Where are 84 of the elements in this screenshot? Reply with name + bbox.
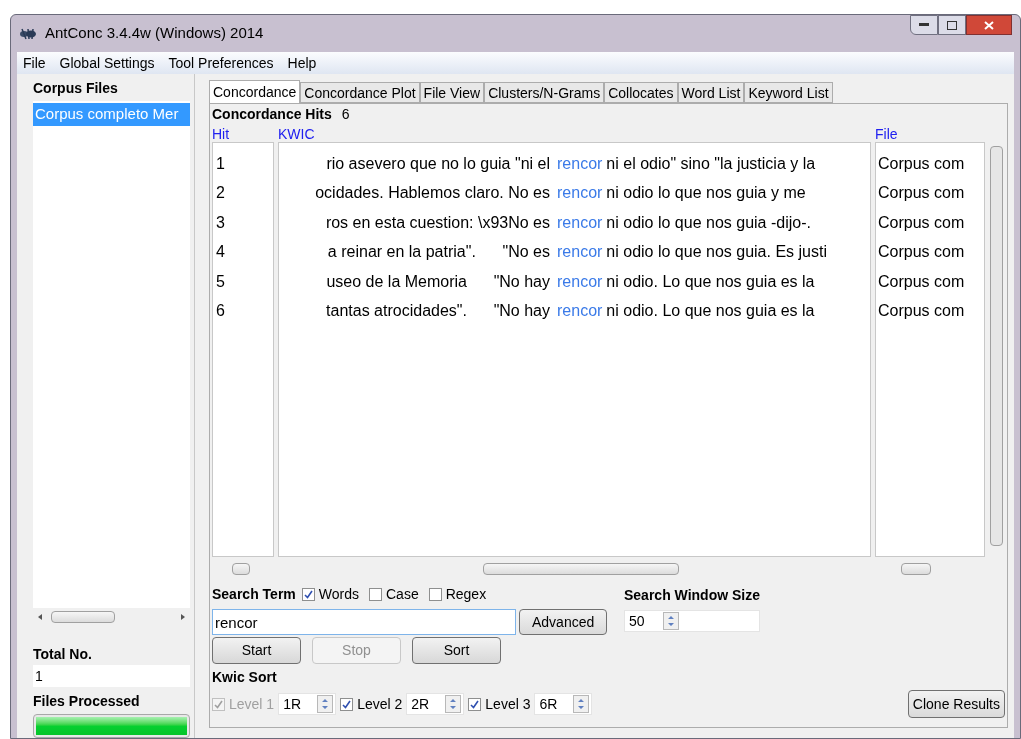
- spinner-arrows-icon[interactable]: [317, 695, 334, 713]
- right-context: ni odio. Lo que nos guia es la: [606, 271, 815, 292]
- minimize-button[interactable]: [910, 15, 938, 35]
- checkbox-label: Regex: [445, 584, 487, 604]
- file-name: Corpus com: [877, 183, 966, 204]
- file-name: Corpus com: [877, 242, 966, 263]
- hit-number: 1: [215, 154, 226, 174]
- checkbox[interactable]: [340, 697, 354, 711]
- panel-heading: Corpus Files: [33, 79, 119, 98]
- minimize-icon: [919, 23, 929, 27]
- left-context: a reinar en la patria". "No es: [326, 242, 550, 263]
- action-button[interactable]: Sort: [412, 637, 501, 664]
- tab[interactable]: Word List: [677, 82, 745, 103]
- action-button[interactable]: Start: [212, 637, 301, 664]
- file-name: Corpus com: [877, 271, 966, 292]
- menu-item[interactable]: File: [23, 52, 46, 74]
- left-context: ocidades. Hablemos claro. No es: [314, 183, 550, 204]
- checkbox-label: Level 1: [229, 694, 275, 714]
- label: Search Term: [212, 584, 296, 604]
- sort-level-spinner[interactable]: 2R: [406, 693, 465, 715]
- left-context: ros en esta cuestion: \x93No es: [324, 212, 550, 233]
- right-context: ni odio lo que nos guia. Es justi: [606, 242, 827, 263]
- tab[interactable]: Collocates: [604, 82, 678, 103]
- total-count: 1: [33, 665, 190, 687]
- left-context: useo de la Memoria "No hay: [325, 271, 550, 292]
- label: Total No.: [33, 645, 93, 664]
- label: Concordance Hits: [212, 104, 332, 124]
- menu-item[interactable]: Help: [287, 52, 317, 74]
- label: Search Window Size: [624, 586, 760, 605]
- maximize-icon: [947, 20, 957, 30]
- tab[interactable]: Clusters/N-Grams: [484, 82, 605, 103]
- right-context: ni odio lo que nos guia y me: [606, 183, 806, 204]
- column-header[interactable]: File: [875, 124, 898, 142]
- checkbox-label: Case: [386, 584, 419, 604]
- menu-item[interactable]: Tool Preferences: [168, 52, 274, 74]
- hit-number: 4: [215, 242, 226, 263]
- menu-item[interactable]: Global Settings: [59, 52, 155, 74]
- column-header[interactable]: Hit: [212, 124, 278, 142]
- advanced-button[interactable]: Advanced: [519, 609, 608, 635]
- keyword: rencor: [557, 300, 603, 321]
- hit-count: 6: [341, 104, 350, 124]
- sort-level-spinner[interactable]: 6R: [534, 693, 593, 715]
- hit-number: 6: [215, 300, 226, 321]
- checkbox[interactable]: [369, 587, 382, 601]
- checkbox[interactable]: [468, 697, 482, 711]
- keyword: rencor: [557, 271, 603, 292]
- label: Kwic Sort: [212, 668, 278, 687]
- right-context: ni odio. Lo que nos guia es la: [606, 300, 815, 321]
- right-context: ni odio lo que nos guia -dijo-.: [606, 212, 811, 233]
- left-context: rio asevero que no lo guia "ni el: [325, 154, 550, 174]
- column-header[interactable]: KWIC: [278, 124, 875, 142]
- spinner-arrows-icon[interactable]: [573, 695, 590, 713]
- keyword: rencor: [557, 212, 603, 233]
- search-field[interactable]: rencor: [212, 609, 516, 635]
- tab[interactable]: Concordance: [209, 80, 301, 103]
- checkbox[interactable]: [301, 587, 315, 601]
- hit-number: 2: [215, 183, 226, 204]
- window-title: AntConc 3.4.4w (Windows) 2014: [45, 23, 264, 44]
- tab[interactable]: File View: [419, 82, 485, 103]
- window-size-spinner[interactable]: 50: [624, 610, 760, 632]
- ant-icon: [19, 26, 37, 41]
- keyword: rencor: [557, 183, 603, 204]
- spinner-arrows-icon[interactable]: [445, 695, 462, 713]
- label: Files Processed: [33, 692, 141, 711]
- clone-results-button[interactable]: Clone Results: [907, 690, 1005, 718]
- right-context: ni el odio" sino "la justicia y la: [606, 154, 816, 174]
- checkbox-label: Level 3: [485, 694, 531, 714]
- hit-number: 3: [215, 212, 226, 233]
- maximize-button[interactable]: [938, 15, 966, 35]
- checkbox-label: Words: [318, 584, 359, 604]
- checkbox-label: Level 2: [357, 694, 403, 714]
- tab[interactable]: Concordance Plot: [300, 82, 420, 103]
- file-name: Corpus com: [877, 154, 966, 174]
- spinner-arrows-icon[interactable]: [663, 612, 679, 630]
- close-button[interactable]: [966, 15, 1012, 35]
- hit-number: 5: [215, 271, 226, 292]
- file-name: Corpus com: [877, 212, 966, 233]
- tab[interactable]: Keyword List: [744, 82, 833, 103]
- checkbox[interactable]: [428, 587, 442, 601]
- left-context: tantas atrocidades". "No hay: [325, 300, 550, 321]
- close-icon: [984, 20, 994, 30]
- file-name: Corpus com: [877, 300, 966, 321]
- keyword: rencor: [557, 242, 603, 263]
- keyword: rencor: [557, 154, 603, 174]
